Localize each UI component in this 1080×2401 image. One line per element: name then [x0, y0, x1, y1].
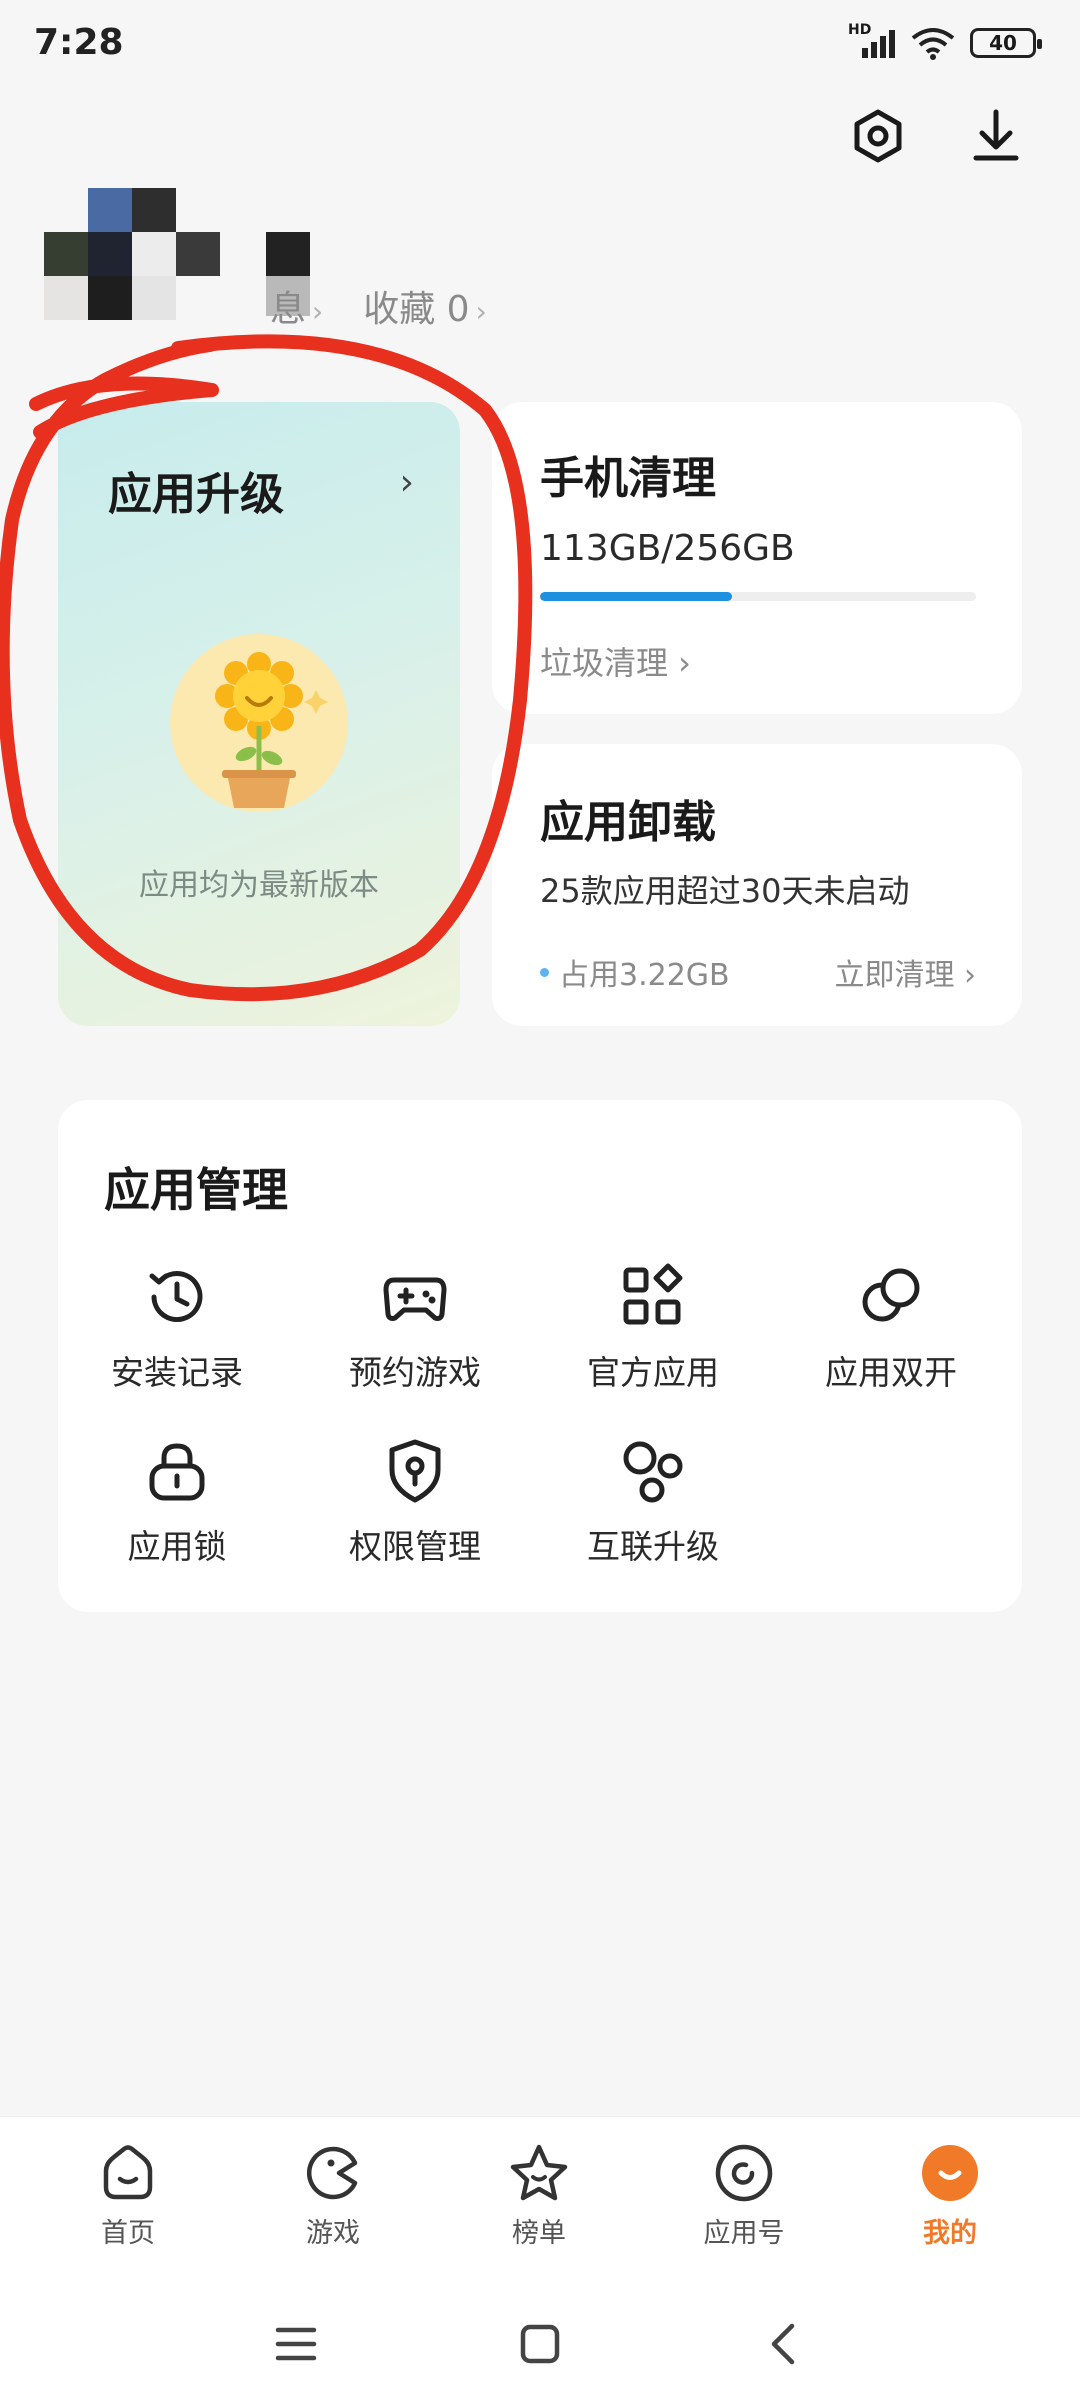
dual-apps-item[interactable]: 应用双开	[772, 1262, 1010, 1394]
uninstall-title: 应用卸载	[540, 797, 716, 848]
dual-app-icon	[862, 1268, 920, 1322]
profile-links: 息 › 收藏 0 ›	[270, 280, 487, 332]
favorites-link[interactable]: 收藏 0 ›	[363, 280, 487, 332]
app-management-title: 应用管理	[104, 1163, 288, 1217]
download-icon[interactable]	[964, 104, 1028, 168]
reserve-games-item[interactable]: 预约游戏	[296, 1262, 534, 1394]
connect-icon	[623, 1441, 683, 1503]
phone-clean-card[interactable]: 手机清理 113GB/256GB 垃圾清理 ›	[492, 402, 1022, 714]
storage-progress-bar	[540, 592, 976, 601]
gamepad-icon	[383, 1277, 447, 1321]
shield-key-icon	[389, 1439, 441, 1503]
top-actions	[846, 104, 1028, 168]
signal-icon: HD	[848, 22, 896, 60]
status-bar: 7:28 HD 40	[0, 0, 1080, 90]
nav-ranking-label: 榜单	[512, 2218, 566, 2249]
history-icon	[149, 1271, 203, 1323]
chevron-right-icon: ›	[399, 462, 414, 503]
system-nav-bar	[0, 2286, 1080, 2401]
settings-hex-icon[interactable]	[846, 104, 910, 168]
nav-home-label: 首页	[101, 2218, 155, 2249]
bottom-nav: 首页 游戏 榜单 应用号 我的	[0, 2116, 1080, 2286]
nav-mine[interactable]: 我的	[880, 2141, 1020, 2250]
upgrade-title: 应用升级	[108, 469, 284, 520]
permission-manage-item[interactable]: 权限管理	[296, 1436, 534, 1568]
uninstall-desc: 25款应用超过30天未启动	[540, 872, 910, 910]
nav-home[interactable]: 首页	[58, 2141, 198, 2250]
lock-icon	[149, 1443, 205, 1501]
sunflower-pot-icon	[170, 634, 348, 812]
nav-games-label: 游戏	[306, 2218, 360, 2249]
storage-progress-fill	[540, 592, 732, 601]
dot-icon	[540, 967, 549, 977]
app-lock-item[interactable]: 应用锁	[58, 1436, 296, 1568]
install-history-label: 安装记录	[111, 1353, 243, 1392]
apps-grid-icon	[623, 1263, 683, 1325]
clean-now-button[interactable]: 立即清理 ›	[834, 950, 976, 994]
wifi-icon	[911, 28, 955, 60]
hd-label: HD	[848, 22, 872, 38]
battery-indicator: 40	[970, 28, 1042, 58]
app-uninstall-card[interactable]: 应用卸载 25款应用超过30天未启动 占用3.22GB 立即清理 ›	[492, 744, 1022, 1026]
nav-app-account-label: 应用号	[703, 2218, 785, 2249]
app-upgrade-card[interactable]: 应用升级 › 应用均为最新版本	[58, 402, 460, 1026]
game-icon	[306, 2146, 358, 2200]
clean-title: 手机清理	[540, 453, 716, 504]
upgrade-status: 应用均为最新版本	[139, 868, 379, 903]
profile-icon	[922, 2145, 978, 2201]
nav-games[interactable]: 游戏	[263, 2141, 403, 2250]
reserve-games-label: 预约游戏	[349, 1353, 481, 1392]
app-lock-label: 应用锁	[127, 1527, 227, 1566]
home-icon	[103, 2145, 153, 2200]
star-icon	[510, 2144, 568, 2201]
storage-usage: 113GB/256GB	[540, 528, 795, 569]
app-management-card: 应用管理 安装记录 预约游戏 官方应用 应用双开 应用锁 权限管理 互联升级	[58, 1100, 1022, 1612]
home-square-icon[interactable]	[510, 2314, 570, 2374]
status-time: 7:28	[34, 22, 124, 63]
connected-upgrade-label: 互联升级	[587, 1527, 719, 1566]
junk-clean-link[interactable]: 垃圾清理 ›	[540, 638, 691, 684]
nav-app-account[interactable]: 应用号	[674, 2141, 814, 2250]
app-account-icon	[715, 2144, 773, 2202]
back-icon[interactable]	[754, 2314, 814, 2374]
permission-manage-label: 权限管理	[349, 1527, 481, 1566]
install-history-item[interactable]: 安装记录	[58, 1262, 296, 1394]
occupied-size: 占用3.22GB	[540, 950, 730, 994]
menu-icon[interactable]	[266, 2314, 326, 2374]
connected-upgrade-item[interactable]: 互联升级	[534, 1436, 772, 1568]
messages-link[interactable]: 息 ›	[270, 280, 323, 332]
official-apps-label: 官方应用	[587, 1353, 719, 1392]
nav-mine-label: 我的	[923, 2218, 977, 2249]
official-apps-item[interactable]: 官方应用	[534, 1262, 772, 1394]
dual-apps-label: 应用双开	[825, 1353, 957, 1392]
status-icons: HD 40	[848, 22, 1042, 60]
nav-ranking[interactable]: 榜单	[469, 2141, 609, 2250]
